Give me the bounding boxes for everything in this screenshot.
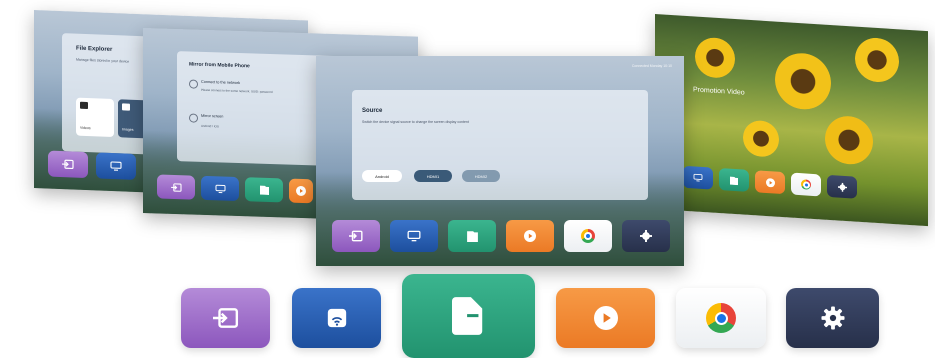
- status-bar: Connected Monday 10:10: [631, 64, 672, 68]
- videos-tile[interactable]: Videos: [76, 97, 114, 138]
- step-indicator-icon: [189, 79, 198, 89]
- source-option-android[interactable]: Android: [362, 170, 402, 182]
- sunflower-image: [775, 51, 831, 112]
- source-desc: Switch the device signal source to chang…: [362, 120, 469, 124]
- play-icon: [593, 306, 618, 330]
- video-icon: [80, 101, 88, 110]
- images-label: Images: [122, 127, 134, 132]
- folder-icon: [259, 185, 269, 195]
- chrome-icon: [801, 179, 811, 190]
- source-panel: Source Switch the device signal source t…: [352, 90, 648, 200]
- source-dock: [332, 220, 670, 252]
- sunflower-image: [743, 119, 779, 158]
- cast-icon: [110, 161, 122, 171]
- step2-desc: Android / iOS: [201, 123, 219, 129]
- input-icon: [349, 230, 363, 242]
- file-explorer-title: File Explorer: [76, 45, 113, 54]
- app-video-tile[interactable]: [556, 288, 655, 348]
- dock-settings-tile[interactable]: [827, 174, 857, 199]
- source-title: Source: [362, 108, 383, 114]
- folder-icon: [730, 176, 738, 185]
- dock-video-tile[interactable]: [289, 178, 313, 204]
- source-option-hdmi1[interactable]: HDMI1: [414, 170, 452, 182]
- step-indicator-icon: [189, 113, 198, 123]
- input-icon: [212, 308, 238, 328]
- dock-chrome-tile[interactable]: [791, 172, 821, 197]
- dock-chrome-tile[interactable]: [564, 220, 612, 252]
- sunflower-image: [695, 36, 735, 80]
- gear-icon: [837, 182, 847, 192]
- dock-files-tile[interactable]: [719, 168, 749, 192]
- dock-settings-tile[interactable]: [622, 220, 670, 252]
- videos-label: Videos: [80, 125, 91, 131]
- dock-files-tile[interactable]: [245, 177, 283, 203]
- chrome-icon: [581, 229, 595, 243]
- chrome-icon: [706, 303, 736, 333]
- play-icon: [524, 230, 536, 242]
- step1-desc: Please connect to the same network. SSID…: [201, 87, 273, 95]
- showcase-scene: File Explorer Manage files stored in you…: [0, 0, 935, 358]
- dock-mirror-tile[interactable]: [96, 152, 136, 180]
- app-settings-tile[interactable]: [786, 288, 879, 348]
- dock-mirror-tile[interactable]: [683, 165, 713, 190]
- folder-icon: [466, 231, 478, 242]
- mirror-dock: [157, 174, 313, 204]
- cast-icon: [693, 173, 703, 182]
- folder-icon: [451, 297, 482, 335]
- app-source-tile[interactable]: [181, 288, 270, 348]
- cast-icon: [407, 230, 421, 242]
- step2-title: Mirror screen: [201, 113, 224, 119]
- file-explorer-dock: [48, 150, 136, 180]
- play-icon: [296, 185, 306, 196]
- dock-files-tile[interactable]: [448, 220, 496, 252]
- promotion-video-screen: Promotion Video: [655, 14, 928, 227]
- dock-video-tile[interactable]: [506, 220, 554, 252]
- app-files-tile[interactable]: [402, 274, 535, 358]
- dock-source-tile[interactable]: [48, 150, 88, 179]
- sunflower-image: [825, 114, 873, 166]
- mirror-title: Mirror from Mobile Phone: [189, 61, 250, 70]
- dock-source-tile[interactable]: [157, 174, 195, 200]
- gear-icon: [820, 306, 845, 330]
- promotion-video-title: Promotion Video: [693, 86, 745, 97]
- source-option-hdmi2[interactable]: HDMI2: [462, 170, 500, 182]
- app-mirror-tile[interactable]: [292, 288, 381, 348]
- cast-icon: [215, 184, 225, 193]
- input-icon: [62, 159, 74, 170]
- promotion-dock: [683, 165, 857, 199]
- app-chrome-tile[interactable]: [676, 288, 766, 348]
- play-icon: [765, 177, 775, 187]
- source-screen: Connected Monday 10:10 Source Switch the…: [316, 56, 684, 266]
- input-icon: [170, 182, 182, 192]
- dock-mirror-tile[interactable]: [201, 175, 239, 202]
- gear-icon: [640, 230, 652, 242]
- dock-source-tile[interactable]: [332, 220, 380, 252]
- cast-icon: [327, 308, 346, 328]
- sunflower-image: [855, 36, 899, 84]
- dock-video-tile[interactable]: [755, 170, 785, 195]
- file-explorer-desc: Manage files stored in your device: [76, 57, 130, 64]
- image-icon: [122, 103, 130, 111]
- dock-mirror-tile[interactable]: [390, 220, 438, 252]
- step1-title: Connect to the network: [201, 79, 241, 86]
